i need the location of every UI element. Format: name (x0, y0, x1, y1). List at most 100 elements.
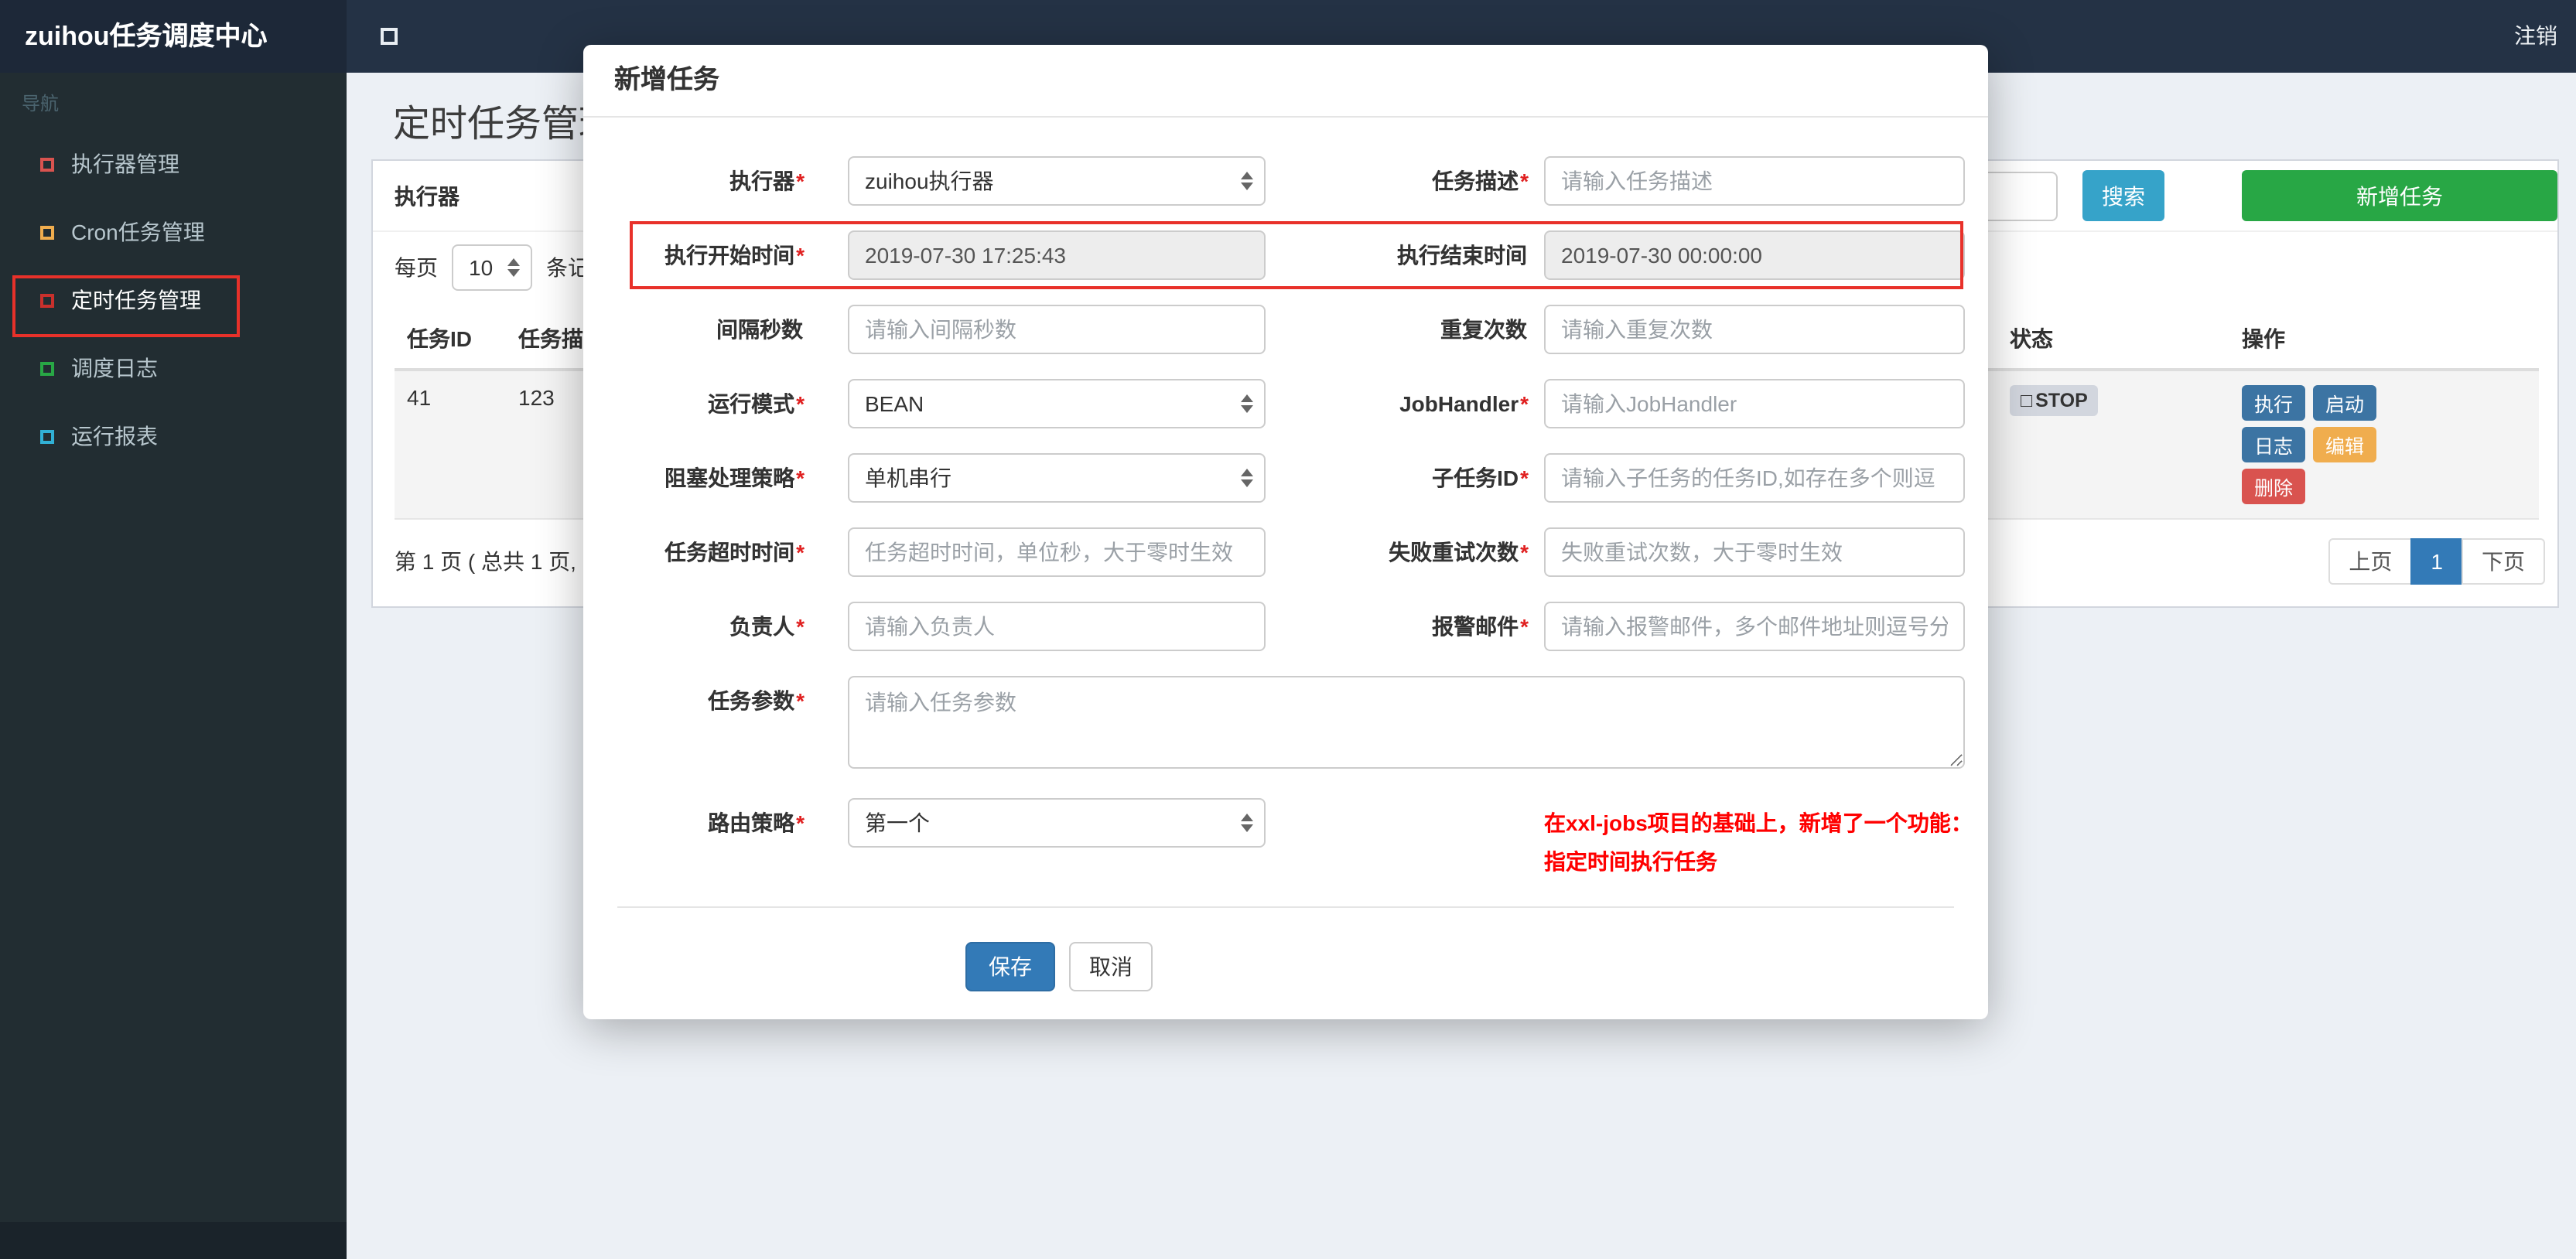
repeat-count-input[interactable] (1544, 305, 1965, 354)
column-header-operations: 操作 (2229, 309, 2539, 371)
run-button[interactable]: 执行 (2242, 385, 2306, 421)
status-text: STOP (2035, 390, 2088, 411)
form-row: 任务超时时间* 失败重试次数* (611, 527, 1988, 577)
sidebar-toggle-button[interactable] (365, 0, 418, 73)
end-time-input[interactable] (1544, 230, 1965, 280)
route-strategy-select[interactable]: 第一个 (848, 798, 1266, 848)
retry-input[interactable] (1544, 527, 1965, 577)
sidebar-item-label: 运行报表 (71, 424, 158, 449)
stop-square-icon: □ (2021, 390, 2033, 411)
task-desc-input[interactable] (1544, 156, 1965, 206)
cell-status: □ STOP (1997, 370, 2229, 520)
square-icon (40, 361, 54, 375)
sidebar-item-cron-task-manage[interactable]: Cron任务管理 (0, 198, 347, 266)
sidebar-section-header: 导航 (22, 93, 60, 114)
start-time-input[interactable] (848, 230, 1266, 280)
feature-note-line1: 在xxl-jobs项目的基础上，新增了一个功能： (1544, 810, 1973, 835)
pagination-summary: 第 1 页 ( 总共 1 页, 1 (395, 549, 595, 574)
task-desc-label: 任务描述 * (1432, 169, 1529, 193)
cancel-button[interactable]: 取消 (1069, 942, 1153, 991)
app-root: zuihou任务调度中心 注销 导航 执行器管理 Cron任务管理 定时任务管理… (0, 0, 2576, 1259)
child-job-label: 子任务ID * (1432, 466, 1529, 490)
log-button[interactable]: 日志 (2242, 427, 2306, 462)
form-row: 任务参数 * (611, 676, 1988, 773)
retry-label: 失败重试次数 * (1389, 540, 1529, 565)
form-row: 路由策略 * 第一个 在xxl-jobs项目的基础上，新增了一个功能： 指定时间执… (611, 798, 1988, 882)
square-icon (40, 293, 54, 307)
edit-button[interactable]: 编辑 (2313, 427, 2377, 462)
sidebar-item-label: 执行器管理 (71, 152, 179, 176)
add-task-modal: 新增任务 执行器* zuihou执行器 任务描述* 执行开始时间* (583, 45, 1988, 1019)
column-header-status: 状态 (1997, 309, 2229, 371)
square-icon (40, 157, 54, 171)
run-mode-select[interactable]: BEAN (848, 379, 1266, 428)
form-row: 阻塞处理策略 * 单机串行 子任务ID * (611, 453, 1988, 503)
timeout-input[interactable] (848, 527, 1266, 577)
form-row: 运行模式 * BEAN JobHandler * (611, 379, 1988, 428)
save-button[interactable]: 保存 (965, 942, 1055, 991)
executor-select-value: zuihou执行器 (865, 169, 994, 193)
form-row: 间隔秒数 重复次数 (611, 305, 1988, 354)
square-icon (40, 429, 54, 443)
cell-task-id: 41 (395, 370, 506, 520)
sidebar-footer-strip (0, 1222, 347, 1259)
timeout-label: 任务超时时间 * (664, 540, 805, 565)
spacer-label (1266, 798, 1529, 882)
prev-page-button[interactable]: 上页 (2328, 538, 2413, 585)
run-mode-label: 运行模式 * (708, 391, 805, 416)
executor-filter-label: 执行器 (395, 183, 460, 208)
job-handler-input[interactable] (1544, 379, 1965, 428)
per-page-select[interactable]: 10 (452, 244, 532, 291)
sidebar-menu: 执行器管理 Cron任务管理 定时任务管理 调度日志 运行报表 (0, 130, 347, 470)
form-row: 执行器 * zuihou执行器 任务描述 * (611, 156, 1988, 206)
logout-link[interactable]: 注销 (2502, 0, 2570, 73)
select-arrows-icon (1241, 469, 1253, 487)
owner-label: 负责人 * (729, 614, 805, 639)
column-header-task-id: 任务ID (395, 309, 506, 371)
select-arrows-icon (1241, 394, 1253, 413)
app-brand: zuihou任务调度中心 (0, 0, 347, 73)
executor-select[interactable]: zuihou执行器 (848, 156, 1266, 206)
alarm-email-input[interactable] (1544, 602, 1965, 651)
start-time-label: 执行开始时间 * (664, 243, 805, 268)
modal-footer: 保存 取消 (583, 908, 1988, 991)
block-strategy-select[interactable]: 单机串行 (848, 453, 1266, 503)
end-time-label: 执行结束时间 (1397, 243, 1527, 268)
feature-note-line2: 指定时间执行任务 (1544, 849, 1717, 874)
sidebar-item-timed-task-manage[interactable]: 定时任务管理 (0, 266, 347, 334)
cell-operations: 执行 启动 日志 编辑 删除 (2229, 370, 2539, 520)
block-strategy-select-value: 单机串行 (865, 466, 951, 490)
sidebar-item-dispatch-log[interactable]: 调度日志 (0, 334, 347, 402)
current-page-button[interactable]: 1 (2410, 538, 2463, 585)
add-task-button[interactable]: 新增任务 (2242, 170, 2557, 221)
alarm-email-label: 报警邮件 * (1432, 614, 1529, 639)
modal-title: 新增任务 (583, 45, 1988, 118)
block-strategy-label: 阻塞处理策略 * (664, 466, 805, 490)
owner-input[interactable] (848, 602, 1266, 651)
child-job-input[interactable] (1544, 453, 1965, 503)
interval-label: 间隔秒数 (716, 317, 803, 342)
repeat-count-label: 重复次数 (1440, 317, 1527, 342)
sidebar-item-label: 调度日志 (71, 356, 158, 380)
form-row: 负责人* 报警邮件* (611, 602, 1988, 651)
delete-button[interactable]: 删除 (2242, 469, 2306, 504)
select-arrows-icon (1241, 172, 1253, 190)
select-arrows-icon (1241, 814, 1253, 832)
executor-label: 执行器 * (729, 169, 805, 193)
run-mode-select-value: BEAN (865, 391, 924, 416)
operation-buttons: 执行 启动 日志 编辑 删除 (2242, 385, 2440, 504)
per-page-label: 每页 (395, 255, 438, 280)
form-row-highlighted: 执行开始时间* 执行结束时间 (611, 230, 1988, 280)
next-page-button[interactable]: 下页 (2462, 538, 2545, 585)
feature-note: 在xxl-jobs项目的基础上，新增了一个功能： 指定时间执行任务 (1544, 798, 1977, 882)
sidebar-item-run-report[interactable]: 运行报表 (0, 402, 347, 470)
add-task-form: 执行器* zuihou执行器 任务描述* 执行开始时间* 执行结束时间 (583, 118, 1988, 882)
pagination: 上页 1 下页 (2328, 538, 2545, 585)
sidebar-item-executor-manage[interactable]: 执行器管理 (0, 130, 347, 198)
search-button[interactable]: 搜索 (2082, 170, 2164, 221)
page-title: 定时任务管理 (393, 104, 616, 145)
start-button[interactable]: 启动 (2313, 385, 2377, 421)
task-params-label: 任务参数 * (708, 688, 805, 713)
interval-input[interactable] (848, 305, 1266, 354)
task-params-textarea[interactable] (848, 676, 1965, 769)
